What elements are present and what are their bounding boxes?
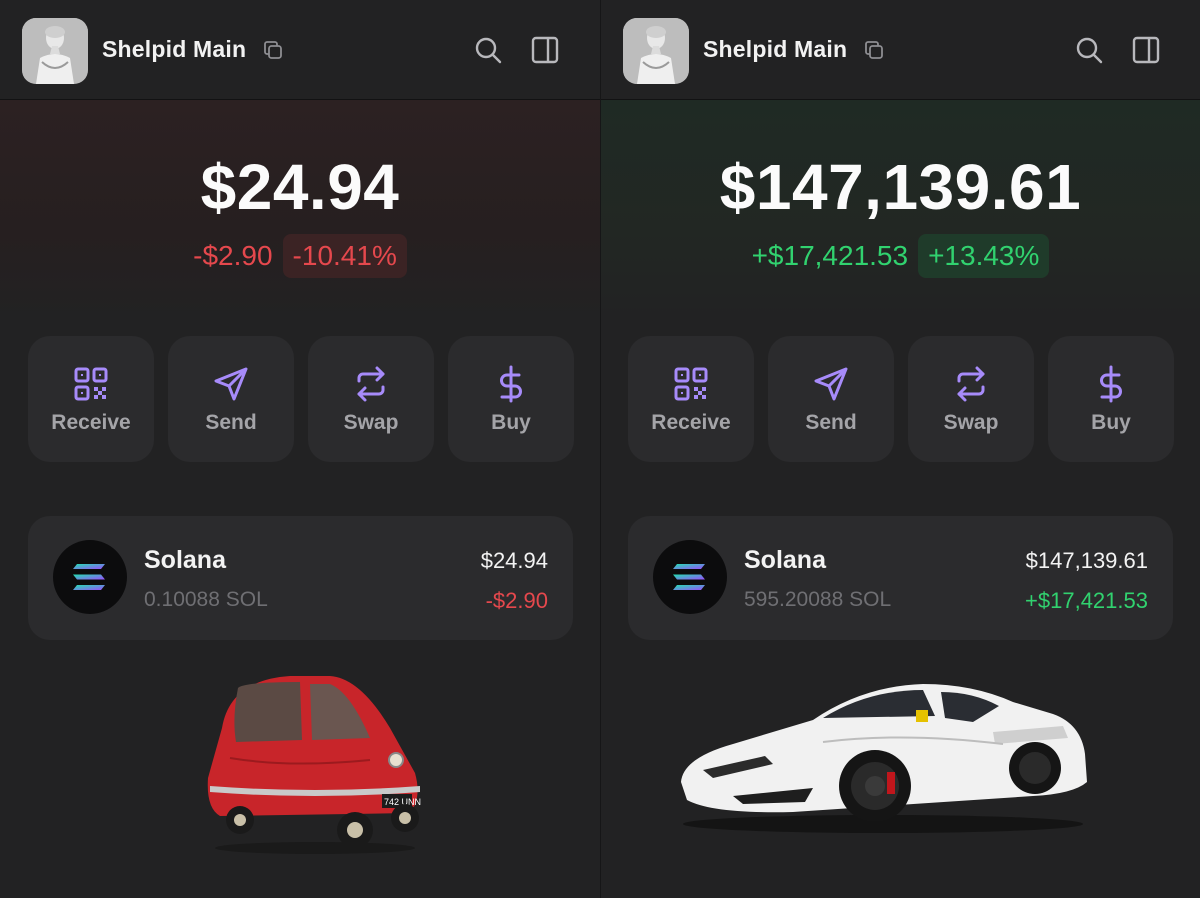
- token-change: +$17,421.53: [1025, 588, 1148, 613]
- send-button[interactable]: Send: [768, 336, 894, 462]
- change-amount: -$2.90: [193, 240, 273, 271]
- buy-label: Buy: [1091, 411, 1131, 434]
- qr-code-icon: [674, 367, 708, 401]
- swap-label: Swap: [343, 411, 399, 434]
- white-supercar-image: [681, 684, 1087, 833]
- total-balance: $24.94: [200, 151, 400, 223]
- receive-button[interactable]: Receive: [628, 336, 754, 462]
- balance-section: $24.94 -$2.90 -10.41%: [0, 100, 600, 320]
- action-buttons: Receive Send Swap Buy: [28, 336, 574, 462]
- change-amount: +$17,421.53: [751, 240, 909, 271]
- token-row-solana[interactable]: Solana 595.20088 SOL $147,139.61 +$17,42…: [628, 516, 1173, 640]
- red-microcar-image: 742 UNN: [207, 676, 421, 854]
- token-row-solana[interactable]: Solana 0.10088 SOL $24.94 -$2.90: [28, 516, 573, 640]
- dollar-icon: [500, 365, 522, 403]
- total-balance: $147,139.61: [719, 151, 1082, 223]
- wallet-name[interactable]: Shelpid Main: [102, 36, 246, 63]
- action-buttons: Receive Send Swap Buy: [628, 336, 1174, 462]
- buy-label: Buy: [491, 411, 531, 434]
- swap-label: Swap: [943, 411, 999, 434]
- balance-section: $147,139.61 +$17,421.53 +13.43%: [601, 100, 1200, 320]
- send-label: Send: [805, 411, 857, 434]
- search-icon[interactable]: [1074, 35, 1104, 65]
- wallet-panel-right: Shelpid Main $147,139.61 +$17,421.53 +13…: [600, 0, 1200, 898]
- sidebar-toggle-icon[interactable]: [1131, 35, 1161, 65]
- send-button[interactable]: Send: [168, 336, 294, 462]
- balance-change: -$2.90 -10.41%: [0, 234, 600, 278]
- token-value: $147,139.61: [1025, 548, 1148, 573]
- buy-button[interactable]: Buy: [1048, 336, 1174, 462]
- receive-label: Receive: [51, 411, 131, 434]
- wallet-name[interactable]: Shelpid Main: [703, 36, 847, 63]
- balance-change: +$17,421.53 +13.43%: [601, 234, 1200, 278]
- swap-icon: [357, 366, 385, 402]
- wallet-panel-left: Shelpid Main $24.94 -$2.90 -10.41% Recei…: [0, 0, 600, 898]
- token-amount: 595.20088 SOL: [744, 588, 892, 611]
- send-icon: [214, 367, 248, 401]
- dollar-icon: [1100, 365, 1122, 403]
- token-change: -$2.90: [485, 588, 548, 613]
- wallet-header: Shelpid Main: [0, 0, 600, 100]
- qr-code-icon: [74, 367, 108, 401]
- swap-button[interactable]: Swap: [908, 336, 1034, 462]
- buy-button[interactable]: Buy: [448, 336, 574, 462]
- token-name: Solana: [144, 546, 226, 574]
- search-icon[interactable]: [473, 35, 503, 65]
- token-value: $24.94: [480, 548, 548, 573]
- swap-button[interactable]: Swap: [308, 336, 434, 462]
- token-name: Solana: [744, 546, 826, 574]
- change-percent-badge: +13.43%: [918, 234, 1050, 278]
- copy-icon[interactable]: [261, 38, 285, 62]
- avatar[interactable]: [22, 18, 88, 84]
- change-percent-badge: -10.41%: [282, 234, 407, 278]
- sidebar-toggle-icon[interactable]: [530, 35, 560, 65]
- send-label: Send: [205, 411, 257, 434]
- wallet-header: Shelpid Main: [601, 0, 1200, 100]
- copy-icon[interactable]: [862, 38, 886, 62]
- token-amount: 0.10088 SOL: [144, 588, 268, 611]
- avatar[interactable]: [623, 18, 689, 84]
- swap-icon: [957, 366, 985, 402]
- solana-logo-icon: [653, 540, 727, 614]
- solana-logo-icon: [53, 540, 127, 614]
- receive-button[interactable]: Receive: [28, 336, 154, 462]
- receive-label: Receive: [651, 411, 731, 434]
- send-icon: [814, 367, 848, 401]
